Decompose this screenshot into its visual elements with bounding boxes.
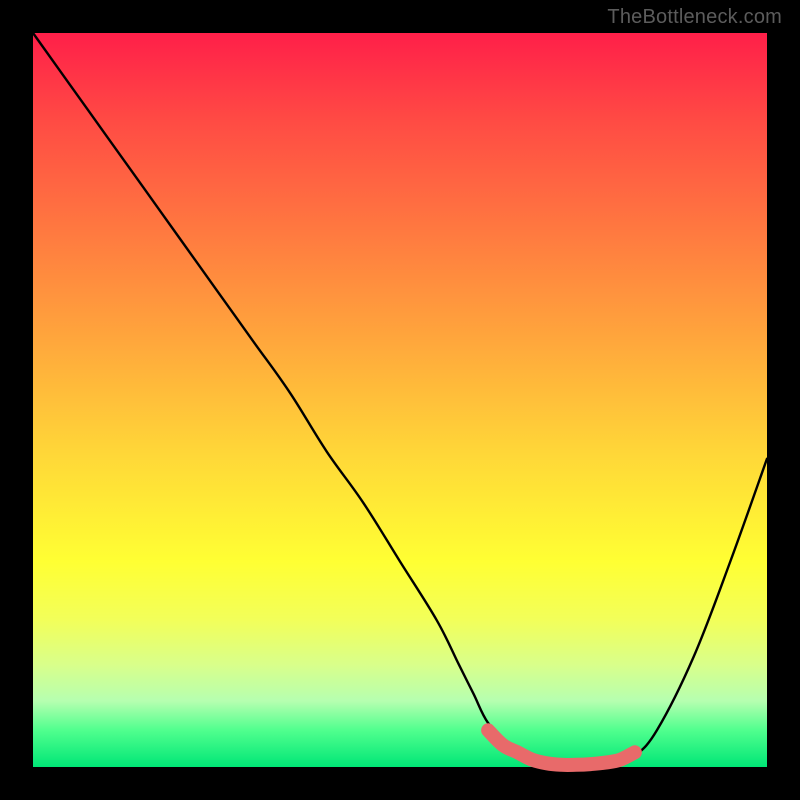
optimal-range-marker — [488, 730, 635, 765]
chart-overlay — [33, 33, 767, 767]
chart-frame: TheBottleneck.com — [0, 0, 800, 800]
attribution-text: TheBottleneck.com — [607, 6, 782, 29]
bottleneck-curve — [33, 33, 767, 768]
